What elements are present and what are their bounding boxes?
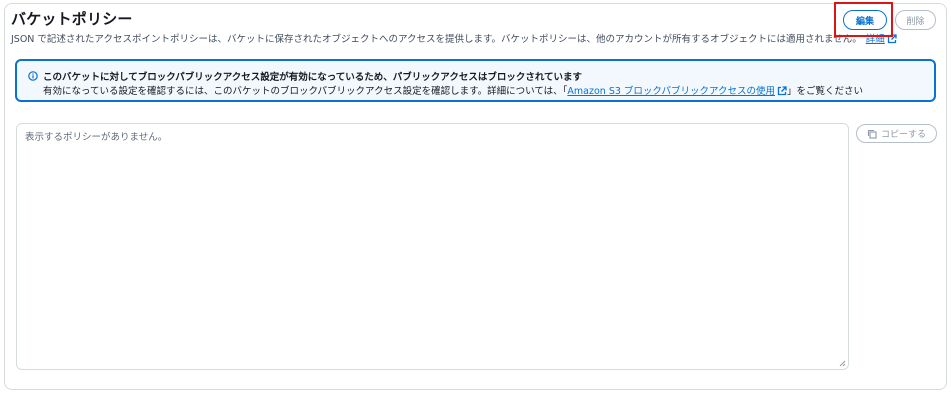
- policy-textarea[interactable]: 表示するポリシーがありません。: [16, 123, 849, 370]
- copy-icon: [867, 129, 877, 139]
- block-public-access-alert: このバケットに対してブロックパブリックアクセス設定が有効になっているため、パブリ…: [15, 59, 936, 102]
- learn-more-link[interactable]: 詳細: [866, 34, 897, 45]
- learn-more-label: 詳細: [865, 34, 885, 45]
- policy-placeholder: 表示するポリシーがありません。: [25, 132, 168, 143]
- delete-button[interactable]: 削除: [895, 10, 936, 30]
- edit-button[interactable]: 編集: [843, 10, 887, 30]
- info-icon: [28, 71, 38, 81]
- description-text: JSON で記述されたアクセスポイントポリシーは、バケットに保存されたオブジェク…: [11, 34, 862, 45]
- copy-button-label: コピーする: [880, 130, 926, 140]
- external-link-icon: [887, 34, 897, 44]
- alert-body: 有効になっている設定を確認するには、このバケットのブロックパブリックアクセス設定…: [43, 83, 863, 97]
- alert-body-prefix: 有効になっている設定を確認するには、このバケットのブロックパブリックアクセス設定…: [43, 86, 568, 97]
- policy-description: JSON で記述されたアクセスポイントポリシーは、バケットに保存されたオブジェク…: [11, 31, 897, 45]
- copy-button[interactable]: コピーする: [856, 124, 937, 143]
- alert-body-suffix: 」をご覧ください: [786, 86, 863, 97]
- alert-title: このバケットに対してブロックパブリックアクセス設定が有効になっているため、パブリ…: [43, 72, 583, 83]
- resize-handle-icon[interactable]: [838, 359, 846, 367]
- doc-link-label: Amazon S3 ブロックパブリックアクセスの使用: [567, 86, 775, 97]
- block-public-access-doc-link[interactable]: Amazon S3 ブロックパブリックアクセスの使用: [567, 86, 787, 97]
- page-title: バケットポリシー: [11, 10, 133, 28]
- external-link-icon: [777, 86, 787, 96]
